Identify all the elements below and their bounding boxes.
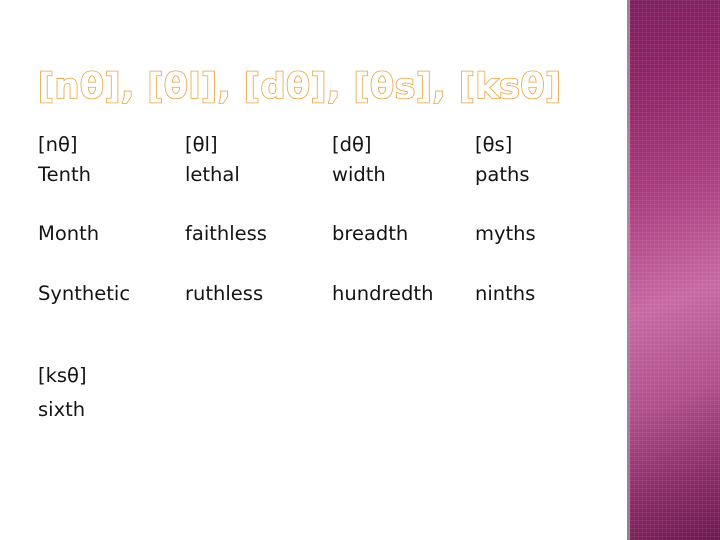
word-cell-2-2: hundredth bbox=[332, 281, 434, 305]
extra-word: sixth bbox=[38, 397, 86, 421]
word-cell-1-2: ruthless bbox=[185, 281, 264, 305]
table-header-row: [nθ] [θl] [dθ] [θs] bbox=[38, 130, 598, 160]
word-cell-3-0: paths bbox=[475, 162, 530, 186]
column-header-1: [θl] bbox=[185, 133, 218, 156]
word-cell-3-1: myths bbox=[475, 222, 536, 246]
column-header-2: [dθ] bbox=[332, 133, 372, 156]
decorative-gradient-band bbox=[630, 0, 720, 540]
column-header-0: [nθ] bbox=[38, 133, 78, 156]
word-cell-2-1: breadth bbox=[332, 222, 409, 246]
word-cell-1-1: faithless bbox=[185, 222, 267, 246]
slide: [nθ], [θl], [dθ], [θs], [ksθ] [nθ] [θl] … bbox=[0, 0, 720, 540]
table-row: Month faithless breadth myths bbox=[38, 219, 598, 249]
word-cell-0-1: Month bbox=[38, 222, 100, 246]
table-row: Tenth lethal width paths bbox=[38, 160, 598, 190]
word-cell-2-0: width bbox=[332, 162, 386, 186]
word-cell-3-2: ninths bbox=[475, 281, 536, 305]
word-cell-1-0: lethal bbox=[185, 162, 240, 186]
extra-block: [ksθ] sixth bbox=[38, 359, 598, 427]
table-row: Synthetic ruthless hundredth ninths bbox=[38, 279, 598, 309]
decorative-band-edge bbox=[627, 0, 630, 540]
extra-header: [ksθ] bbox=[38, 363, 87, 387]
page-title: [nθ], [θl], [dθ], [θs], [ksθ] bbox=[37, 67, 562, 107]
word-cell-0-0: Tenth bbox=[38, 162, 91, 186]
word-table: [nθ] [θl] [dθ] [θs] Tenth lethal width p… bbox=[38, 130, 598, 427]
column-header-3: [θs] bbox=[475, 133, 513, 156]
word-cell-0-2: Synthetic bbox=[38, 281, 131, 305]
